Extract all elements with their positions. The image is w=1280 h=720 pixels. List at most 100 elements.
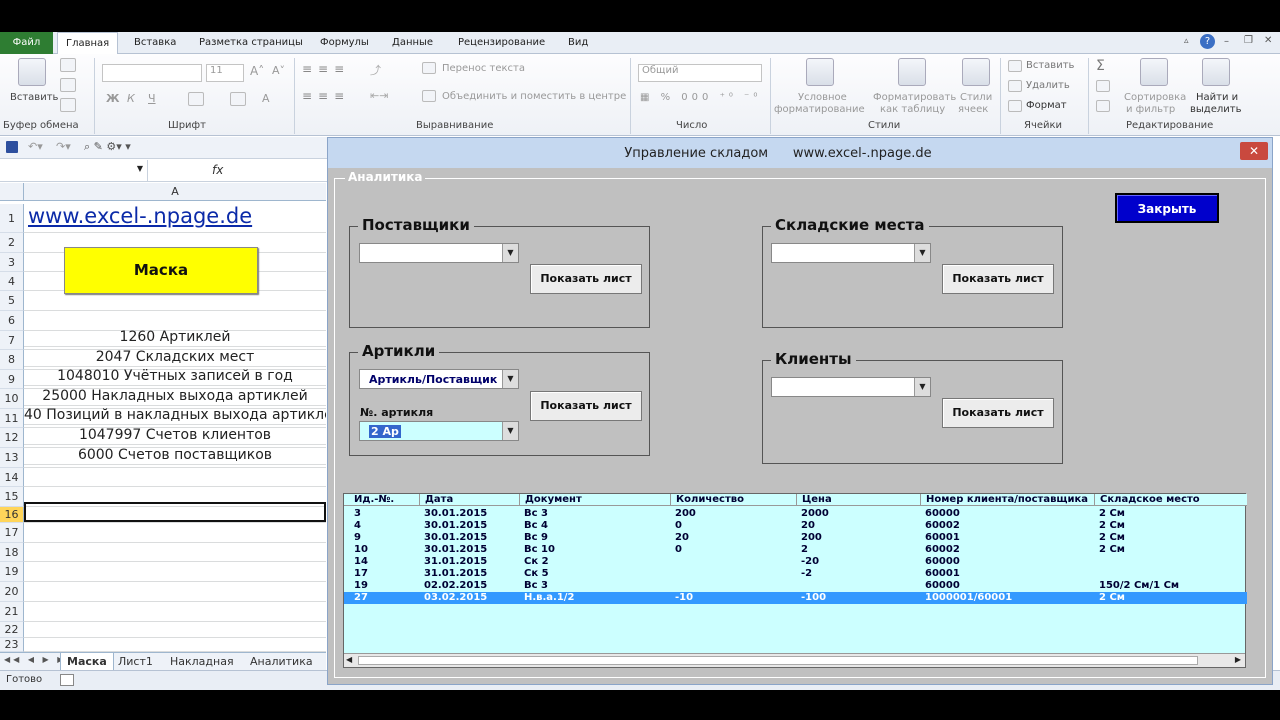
fill-color-icon[interactable] bbox=[230, 92, 246, 106]
autosum-icon[interactable]: Σ bbox=[1096, 58, 1105, 74]
sheet-cell[interactable] bbox=[24, 468, 326, 487]
format-painter-icon[interactable] bbox=[60, 98, 76, 112]
row-header[interactable]: 21 bbox=[0, 602, 24, 622]
insert-cells-icon[interactable] bbox=[1008, 60, 1022, 72]
toolbar-tool-icons[interactable]: ⌕ ✎ ⚙▾ ▾ bbox=[84, 140, 131, 154]
tab-view[interactable]: Вид bbox=[568, 32, 588, 54]
format-as-table-icon[interactable] bbox=[898, 58, 926, 86]
insert-cells-button[interactable]: Вставить bbox=[1026, 60, 1074, 71]
scroll-right-icon[interactable]: ▶ bbox=[1235, 655, 1241, 664]
fx-icon[interactable]: fx bbox=[212, 163, 223, 177]
copy-icon[interactable] bbox=[60, 78, 76, 92]
row-header[interactable]: 16 bbox=[0, 507, 24, 523]
tab-page-layout[interactable]: Разметка страницы bbox=[199, 32, 303, 54]
minimize-ribbon-icon[interactable]: ▵ bbox=[1184, 36, 1189, 46]
conditional-formatting-label-1[interactable]: Условное bbox=[798, 92, 847, 103]
find-select-label-1[interactable]: Найти и bbox=[1196, 92, 1238, 103]
suppliers-dropdown-arrow-icon[interactable]: ▼ bbox=[502, 244, 518, 262]
stat-invoice-positions[interactable]: 40 Позиций в накладных выхода артиклей bbox=[24, 405, 326, 425]
bold-icon[interactable]: Ж bbox=[106, 92, 119, 105]
row-header[interactable]: 2 bbox=[0, 233, 24, 253]
window-close-icon[interactable]: ✕ bbox=[1264, 35, 1272, 46]
format-cells-icon[interactable] bbox=[1008, 100, 1022, 112]
row-header[interactable]: 17 bbox=[0, 523, 24, 543]
row-header[interactable]: 3 bbox=[0, 253, 24, 272]
scrollbar-thumb[interactable] bbox=[358, 656, 1198, 665]
find-select-label-2[interactable]: выделить bbox=[1190, 104, 1241, 115]
format-as-table-label-1[interactable]: Форматировать bbox=[873, 92, 956, 103]
sheet-tab-analytics[interactable]: Аналитика bbox=[244, 653, 319, 671]
column-header-a[interactable]: A bbox=[24, 183, 326, 201]
storage-locations-dropdown-arrow-icon[interactable]: ▼ bbox=[914, 244, 930, 262]
article-number-dropdown-arrow-icon[interactable]: ▼ bbox=[502, 422, 518, 440]
row-header[interactable]: 8 bbox=[0, 350, 24, 370]
clear-icon[interactable] bbox=[1096, 100, 1110, 112]
conditional-formatting-label-2[interactable]: форматирование bbox=[774, 104, 865, 115]
cell-styles-label-2[interactable]: ячеек bbox=[958, 104, 988, 115]
row-header[interactable]: 6 bbox=[0, 311, 24, 331]
articles-mode-dropdown-arrow-icon[interactable]: ▼ bbox=[502, 370, 518, 388]
sheet-cell[interactable] bbox=[24, 562, 326, 582]
file-tab[interactable]: Файл bbox=[0, 32, 53, 54]
row-header[interactable]: 23 bbox=[0, 638, 24, 652]
wrap-text-icon[interactable] bbox=[422, 62, 436, 74]
stat-storage-locations[interactable]: 2047 Складских мест bbox=[24, 347, 326, 367]
row-header[interactable]: 18 bbox=[0, 543, 24, 562]
list-row[interactable]: 9 30.01.2015 Вс 9 20 200 60001 2 См bbox=[344, 532, 1247, 544]
clients-dropdown[interactable]: ▼ bbox=[771, 377, 931, 397]
window-restore-icon[interactable]: ❐ bbox=[1244, 35, 1253, 46]
sheet-cell[interactable] bbox=[24, 291, 326, 311]
row-header[interactable]: 22 bbox=[0, 622, 24, 638]
row-header[interactable]: 10 bbox=[0, 389, 24, 409]
stat-client-accounts[interactable]: 1047997 Счетов клиентов bbox=[24, 425, 326, 445]
articles-show-sheet-button[interactable]: Показать лист bbox=[530, 391, 642, 421]
merge-center-button[interactable]: Объединить и поместить в центре bbox=[442, 91, 626, 102]
list-row[interactable]: 4 30.01.2015 Вс 4 0 20 60002 2 См bbox=[344, 520, 1247, 532]
tab-formulas[interactable]: Формулы bbox=[320, 32, 369, 54]
row-header[interactable]: 20 bbox=[0, 582, 24, 602]
sheet-cell[interactable] bbox=[24, 543, 326, 562]
redo-icon[interactable]: ↷▾ bbox=[56, 140, 71, 153]
cell-styles-icon[interactable] bbox=[962, 58, 990, 86]
listbox-horizontal-scrollbar[interactable]: ◀ ▶ bbox=[344, 653, 1245, 667]
sort-filter-label-1[interactable]: Сортировка bbox=[1124, 92, 1186, 103]
sort-filter-icon[interactable] bbox=[1140, 58, 1168, 86]
font-size-combo[interactable]: 11 bbox=[206, 64, 244, 82]
list-row[interactable]: 3 30.01.2015 Вс 3 200 2000 60000 2 См bbox=[344, 508, 1247, 520]
help-icon[interactable]: ? bbox=[1200, 34, 1215, 49]
stat-outbound-invoices[interactable]: 25000 Накладных выхода артиклей bbox=[24, 386, 326, 406]
mask-button[interactable]: Маска bbox=[64, 247, 258, 294]
sheet-cell[interactable] bbox=[24, 523, 326, 543]
article-number-dropdown[interactable]: 2 Ар ▼ bbox=[359, 421, 519, 441]
clients-dropdown-arrow-icon[interactable]: ▼ bbox=[914, 378, 930, 396]
row-header[interactable]: 5 bbox=[0, 291, 24, 311]
borders-icon[interactable] bbox=[188, 92, 204, 106]
orientation-icon[interactable]: ⤴ bbox=[370, 62, 381, 78]
number-format-combo[interactable]: Общий bbox=[638, 64, 762, 82]
horizontal-align-icons[interactable]: ≡≡≡ bbox=[302, 89, 350, 103]
conditional-formatting-icon[interactable] bbox=[806, 58, 834, 86]
select-all-corner[interactable] bbox=[0, 183, 24, 201]
clients-show-sheet-button[interactable]: Показать лист bbox=[942, 398, 1054, 428]
cell-styles-label-1[interactable]: Стили bbox=[960, 92, 992, 103]
active-cell[interactable] bbox=[24, 502, 326, 522]
underline-icon[interactable]: Ч bbox=[148, 92, 156, 105]
row-header[interactable]: 11 bbox=[0, 409, 24, 428]
list-row[interactable]: 10 30.01.2015 Вс 10 0 2 60002 2 См bbox=[344, 544, 1247, 556]
vertical-align-icons[interactable]: ≡≡≡ bbox=[302, 62, 350, 76]
font-color-icon[interactable]: A bbox=[262, 92, 270, 105]
articles-mode-dropdown[interactable]: Артикль/Поставщик ▼ bbox=[359, 369, 519, 389]
row-header[interactable]: 14 bbox=[0, 468, 24, 487]
sheet-tab-list1[interactable]: Лист1 bbox=[112, 653, 159, 671]
sheet-cell[interactable] bbox=[24, 602, 326, 622]
storage-locations-dropdown[interactable]: ▼ bbox=[771, 243, 931, 263]
stat-supplier-accounts[interactable]: 6000 Счетов поставщиков bbox=[24, 445, 326, 465]
row-header[interactable]: 19 bbox=[0, 562, 24, 582]
format-cells-button[interactable]: Формат bbox=[1026, 100, 1067, 111]
save-icon[interactable] bbox=[6, 141, 18, 153]
italic-icon[interactable]: К bbox=[127, 92, 135, 105]
transactions-listbox[interactable]: Ид.-№. Дата Документ Количество Цена Ном… bbox=[343, 493, 1247, 668]
list-row[interactable]: 17 31.01.2015 Ск 5 -2 60001 bbox=[344, 568, 1247, 580]
sheet-cell[interactable] bbox=[24, 582, 326, 602]
suppliers-dropdown[interactable]: ▼ bbox=[359, 243, 519, 263]
